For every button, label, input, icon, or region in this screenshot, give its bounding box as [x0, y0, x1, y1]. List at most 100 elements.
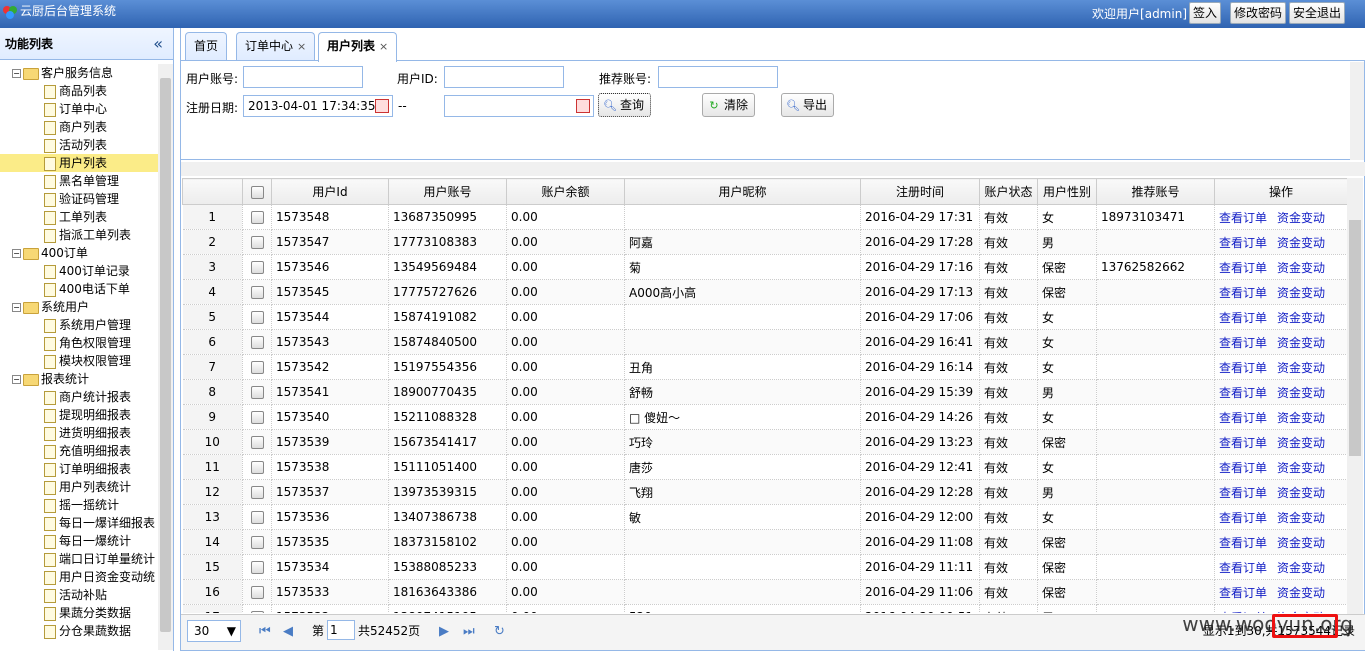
row-checkbox[interactable] — [250, 536, 264, 549]
row-checkbox[interactable] — [250, 586, 264, 599]
regdate-from-input[interactable]: 2013-04-01 17:34:35 — [243, 95, 393, 117]
checkin-button[interactable]: 签入 — [1188, 2, 1221, 24]
calendar-icon[interactable] — [375, 99, 389, 113]
fund-changes-link[interactable]: 资金变动 — [1277, 586, 1325, 600]
fund-changes-link[interactable]: 资金变动 — [1277, 211, 1325, 225]
table-row[interactable]: 1 1573548 13687350995 0.00 2016-04-29 17:31 有… — [182, 204, 1347, 230]
view-orders-link[interactable]: 查看订单 — [1219, 286, 1267, 300]
horizontal-scrollbar[interactable] — [181, 162, 1365, 176]
tree-item[interactable]: 商户列表 — [0, 118, 160, 136]
row-select-cell[interactable] — [242, 479, 272, 505]
collapse-icon[interactable]: « — [153, 34, 163, 53]
row-select-cell[interactable] — [242, 279, 272, 305]
column-header[interactable]: 推荐账号 — [1096, 178, 1215, 205]
row-select-cell[interactable] — [242, 554, 272, 580]
fund-changes-link[interactable]: 资金变动 — [1277, 436, 1325, 450]
table-row[interactable]: 9 1573540 15211088328 0.00 □ 傻妞～ 2016-04-29 1… — [182, 404, 1347, 430]
close-icon[interactable]: × — [297, 40, 306, 53]
table-row[interactable]: 17 1573532138074151950.005202016-04-29 09… — [182, 604, 1347, 613]
table-row[interactable]: 13 1573536 13407386738 0.00 敏 2016-04-29 12:0… — [182, 504, 1347, 530]
row-checkbox[interactable] — [250, 211, 264, 224]
column-header[interactable]: 账户余额 — [506, 178, 625, 205]
table-row[interactable]: 5 1573544 15874191082 0.00 2016-04-29 17:06 有… — [182, 304, 1347, 330]
tree-item[interactable]: 活动补贴 — [0, 586, 160, 604]
tree-item[interactable]: 提现明细报表 — [0, 406, 160, 424]
select-all-checkbox[interactable] — [250, 185, 264, 199]
export-button[interactable]: 🔍︎ 导出 — [781, 93, 835, 117]
tree-item[interactable]: 充值明细报表 — [0, 442, 160, 460]
row-select-cell[interactable] — [242, 529, 272, 555]
tree-item[interactable]: 订单明细报表 — [0, 460, 160, 478]
userid-input[interactable] — [444, 66, 564, 88]
view-orders-link[interactable]: 查看订单 — [1219, 261, 1267, 275]
column-header[interactable]: 注册时间 — [860, 178, 980, 205]
fund-changes-link[interactable]: 资金变动 — [1277, 236, 1325, 250]
first-page-icon[interactable]: ⏮ — [259, 624, 271, 639]
tree-folder[interactable]: − 客户服务信息 — [0, 64, 160, 82]
view-orders-link[interactable]: 查看订单 — [1219, 386, 1267, 400]
row-checkbox[interactable] — [250, 311, 264, 324]
view-orders-link[interactable]: 查看订单 — [1219, 311, 1267, 325]
page-size-select[interactable]: 30 ▼ — [187, 620, 241, 642]
last-page-icon[interactable]: ⏭ — [463, 624, 475, 639]
fund-changes-link[interactable]: 资金变动 — [1277, 386, 1325, 400]
row-checkbox[interactable] — [250, 336, 264, 349]
regdate-to-input[interactable] — [444, 95, 594, 117]
tree-item[interactable]: 果蔬分类数据 — [0, 604, 160, 622]
view-orders-link[interactable]: 查看订单 — [1219, 586, 1267, 600]
collapse-toggle-icon[interactable]: − — [12, 69, 21, 78]
table-row[interactable]: 12 1573537 13973539315 0.00 飞翔 2016-04-29 12:… — [182, 479, 1347, 505]
query-button[interactable]: 🔍︎ 查询 — [598, 93, 652, 117]
tree-item[interactable]: 用户日资金变动统 — [0, 568, 160, 586]
table-row[interactable]: 2 1573547 17773108383 0.00 阿嘉 2016-04-29 17:2… — [182, 229, 1347, 255]
view-orders-link[interactable]: 查看订单 — [1219, 336, 1267, 350]
fund-changes-link[interactable]: 资金变动 — [1277, 411, 1325, 425]
column-header[interactable]: 用户账号 — [388, 178, 507, 205]
tree-item[interactable]: 验证码管理 — [0, 190, 160, 208]
table-row[interactable]: 11 1573538 15111051400 0.00 唐莎 2016-04-29 12:… — [182, 454, 1347, 480]
row-select-cell[interactable] — [242, 254, 272, 280]
tree-item[interactable]: 系统用户管理 — [0, 316, 160, 334]
row-checkbox[interactable] — [250, 611, 264, 613]
tree-item[interactable]: 用户列表统计 — [0, 478, 160, 496]
fund-changes-link[interactable]: 资金变动 — [1277, 511, 1325, 525]
close-icon[interactable]: × — [379, 40, 388, 53]
fund-changes-link[interactable]: 资金变动 — [1277, 336, 1325, 350]
sidebar-scrollbar[interactable] — [158, 64, 173, 650]
select-all-header[interactable] — [242, 178, 272, 205]
view-orders-link[interactable]: 查看订单 — [1219, 536, 1267, 550]
tree-item[interactable]: 摇一摇统计 — [0, 496, 160, 514]
column-header[interactable]: 用户昵称 — [624, 178, 861, 205]
row-checkbox[interactable] — [250, 461, 264, 474]
tree-folder[interactable]: − 报表统计 — [0, 370, 160, 388]
logout-button[interactable]: 安全退出 — [1288, 2, 1345, 24]
table-scrollbar[interactable] — [1347, 178, 1363, 614]
referrer-input[interactable] — [658, 66, 778, 88]
prev-page-icon[interactable]: ◀ — [283, 624, 293, 639]
tree-folder[interactable]: − 系统用户 — [0, 298, 160, 316]
page-number-input[interactable]: 1 — [327, 620, 355, 640]
view-orders-link[interactable]: 查看订单 — [1219, 486, 1267, 500]
row-select-cell[interactable] — [242, 204, 272, 230]
table-row[interactable]: 10 1573539 15673541417 0.00 巧玲 2016-04-29 13:… — [182, 429, 1347, 455]
fund-changes-link[interactable]: 资金变动 — [1277, 261, 1325, 275]
row-select-cell[interactable] — [242, 329, 272, 355]
row-checkbox[interactable] — [250, 261, 264, 274]
tree-item[interactable]: 商品列表 — [0, 82, 160, 100]
fund-changes-link[interactable]: 资金变动 — [1277, 486, 1325, 500]
row-checkbox[interactable] — [250, 486, 264, 499]
table-row[interactable]: 14 1573535 18373158102 0.00 2016-04-29 11:08… — [182, 529, 1347, 555]
row-select-cell[interactable] — [242, 429, 272, 455]
tab-user-list[interactable]: 用户列表 × — [318, 32, 398, 62]
row-select-cell[interactable] — [242, 379, 272, 405]
view-orders-link[interactable]: 查看订单 — [1219, 236, 1267, 250]
next-page-icon[interactable]: ▶ — [439, 624, 449, 639]
table-row[interactable]: 6 1573543 15874840500 0.00 2016-04-29 16:41 有… — [182, 329, 1347, 355]
collapse-toggle-icon[interactable]: − — [12, 303, 21, 312]
filter-scrollbar[interactable] — [1350, 62, 1364, 160]
tree-item[interactable]: 进货明细报表 — [0, 424, 160, 442]
view-orders-link[interactable]: 查看订单 — [1219, 461, 1267, 475]
row-checkbox[interactable] — [250, 561, 264, 574]
row-select-cell[interactable] — [242, 354, 272, 380]
fund-changes-link[interactable]: 资金变动 — [1277, 286, 1325, 300]
